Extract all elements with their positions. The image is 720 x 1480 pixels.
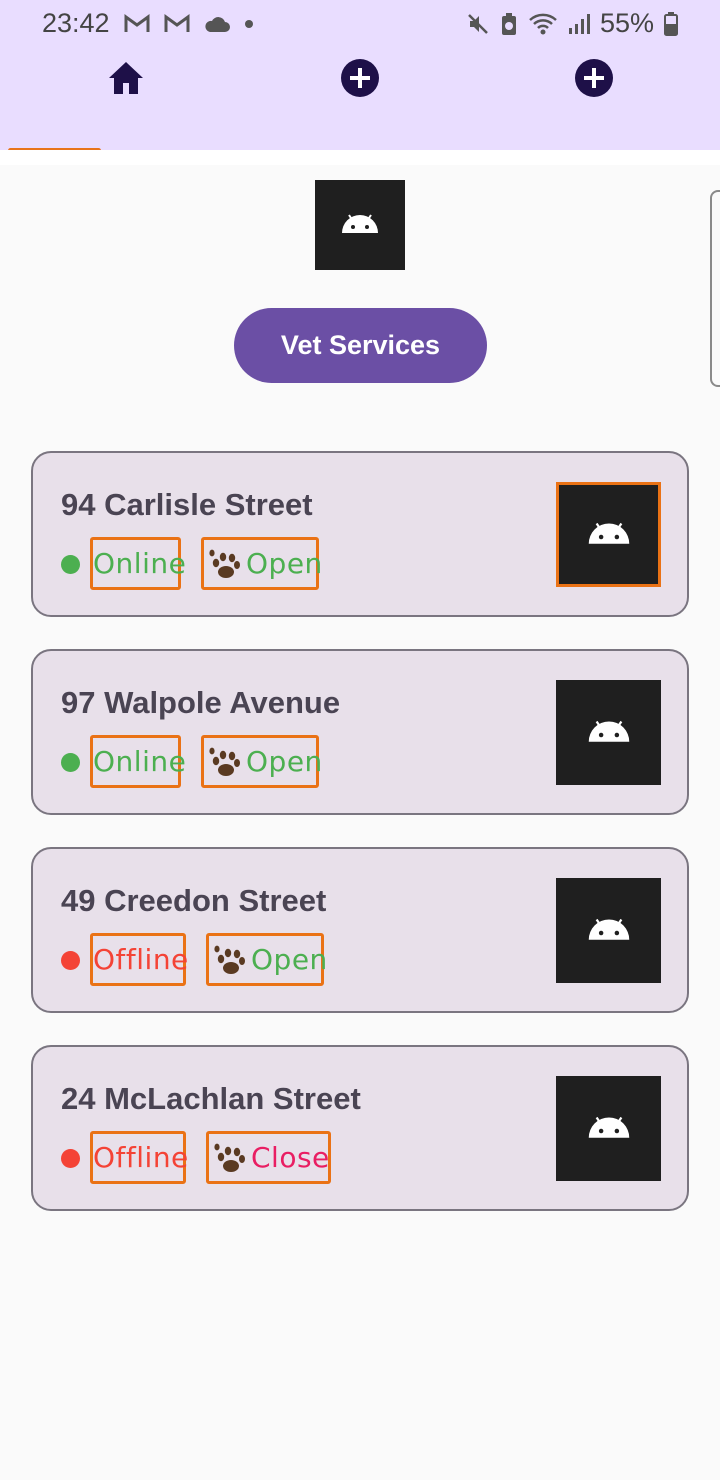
tab-add[interactable] (574, 58, 614, 103)
app-logo (315, 180, 405, 270)
clinic-card[interactable]: 24 McLachlan Street Offline Close (31, 1045, 689, 1211)
clinic-address: 49 Creedon Street (61, 883, 327, 918)
gmail-icon (124, 13, 150, 34)
clinic-image[interactable] (556, 1076, 661, 1181)
wifi-icon (528, 12, 558, 36)
notification-dot-icon (244, 19, 254, 29)
connection-status-badge[interactable]: Online (90, 537, 186, 590)
android-icon (586, 1113, 632, 1145)
plus-circle-icon (340, 58, 380, 103)
hours-status-badge[interactable]: Open (201, 537, 322, 590)
divider (0, 150, 720, 165)
clinic-address: 24 McLachlan Street (61, 1081, 361, 1116)
hours-status-label: Open (246, 745, 323, 778)
hours-status-label: Open (246, 547, 323, 580)
clinic-card[interactable]: 97 Walpole Avenue Online Open (31, 649, 689, 815)
mute-icon (466, 12, 490, 36)
connection-status-badge[interactable]: Offline (90, 933, 189, 986)
paw-icon (206, 745, 242, 779)
plus-circle-icon (574, 58, 614, 103)
hours-status-label: Close (251, 1141, 330, 1174)
connection-status-label: Offline (93, 1141, 189, 1174)
paw-icon (211, 943, 247, 977)
tab-bar (0, 48, 720, 150)
cloud-icon (204, 15, 230, 33)
hours-status-badge[interactable]: Open (206, 933, 327, 986)
home-icon (107, 60, 145, 101)
hours-status-label: Open (251, 943, 328, 976)
status-time: 23:42 (42, 8, 110, 38)
android-icon (586, 519, 632, 551)
clinic-image[interactable] (556, 482, 661, 587)
clinic-image[interactable] (556, 878, 661, 983)
connection-status-label: Offline (93, 943, 189, 976)
connection-status-dot (61, 555, 80, 574)
connection-status-badge[interactable]: Online (90, 735, 186, 788)
hours-status-badge[interactable]: Open (201, 735, 322, 788)
hours-status-badge[interactable]: Close (206, 1131, 331, 1184)
tab-add[interactable] (340, 58, 380, 103)
tab-home[interactable] (106, 60, 146, 100)
connection-status-label: Online (93, 745, 187, 778)
clinic-address: 94 Carlisle Street (61, 487, 313, 522)
connection-status-badge[interactable]: Offline (90, 1131, 189, 1184)
connection-status-dot (61, 753, 80, 772)
android-icon (586, 717, 632, 749)
status-bar: 23:42 55% (0, 0, 720, 48)
clinic-card[interactable]: 94 Carlisle Street Online Open (31, 451, 689, 617)
android-icon (586, 915, 632, 947)
gmail-icon (164, 13, 190, 34)
clinic-address: 97 Walpole Avenue (61, 685, 341, 720)
clinic-image[interactable] (556, 680, 661, 785)
battery-percent: 55% (599, 8, 654, 38)
clinic-card[interactable]: 49 Creedon Street Offline Open (31, 847, 689, 1013)
signal-icon (568, 12, 590, 36)
battery-saver-icon (500, 12, 518, 36)
connection-status-dot (61, 1149, 80, 1168)
battery-icon (664, 11, 678, 36)
android-icon (340, 211, 380, 240)
edge-panel-handle[interactable] (710, 190, 720, 387)
connection-status-label: Online (93, 547, 187, 580)
connection-status-dot (61, 951, 80, 970)
paw-icon (211, 1141, 247, 1175)
vet-services-button[interactable]: Vet Services (234, 308, 487, 383)
paw-icon (206, 547, 242, 581)
